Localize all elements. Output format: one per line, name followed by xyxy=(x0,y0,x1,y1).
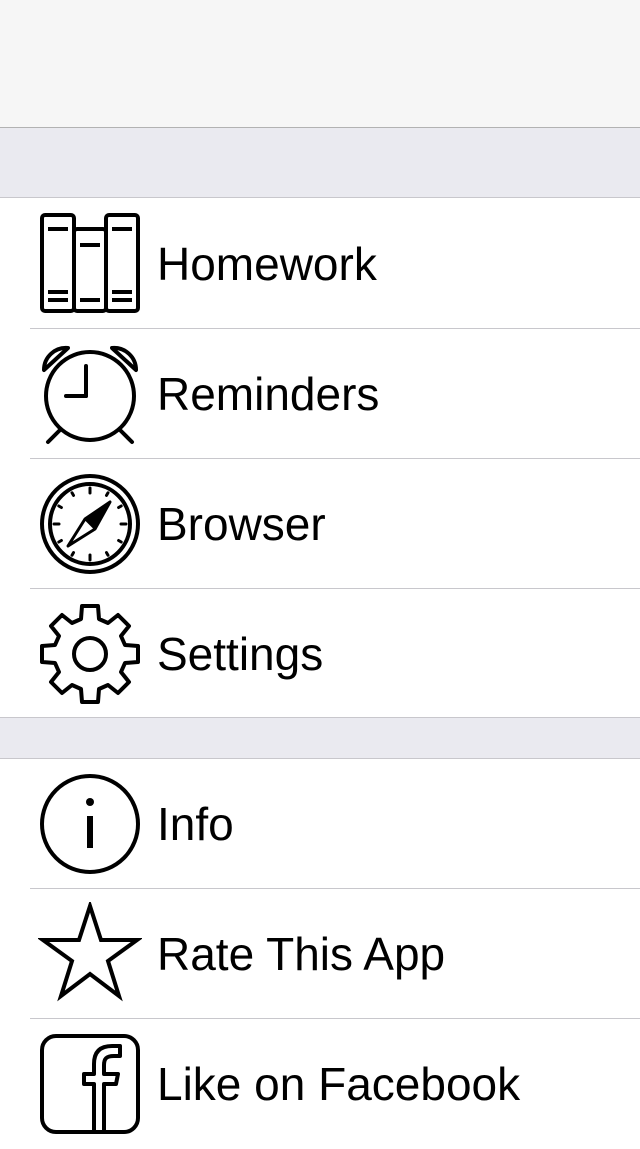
menu-item-browser[interactable]: Browser xyxy=(0,459,640,589)
menu-item-label: Settings xyxy=(157,628,324,680)
section-header-2 xyxy=(0,717,640,759)
menu-item-info[interactable]: Info xyxy=(0,759,640,889)
menu-group-main: Homework Reminders Browser Settings xyxy=(0,199,640,719)
menu-item-rate-app[interactable]: Rate This App xyxy=(0,889,640,1019)
menu-item-label: Rate This App xyxy=(157,928,446,980)
star-icon xyxy=(38,902,142,1006)
compass-icon xyxy=(38,472,142,576)
books-icon xyxy=(38,212,142,316)
menu-item-label: Like on Facebook xyxy=(157,1058,521,1110)
gear-icon xyxy=(38,602,142,706)
menu-item-label: Browser xyxy=(157,498,326,550)
menu-item-label: Reminders xyxy=(157,368,380,420)
menu-item-settings[interactable]: Settings xyxy=(0,589,640,719)
facebook-icon xyxy=(38,1032,142,1136)
info-icon xyxy=(38,772,142,876)
navigation-bar xyxy=(0,0,640,128)
section-header-1 xyxy=(0,128,640,198)
menu-item-homework[interactable]: Homework xyxy=(0,199,640,329)
menu-item-reminders[interactable]: Reminders xyxy=(0,329,640,459)
alarm-clock-icon xyxy=(38,342,142,446)
menu-item-label: Homework xyxy=(157,238,377,290)
menu-item-facebook[interactable]: Like on Facebook xyxy=(0,1019,640,1149)
menu-group-about: Info Rate This App Like on Facebook xyxy=(0,759,640,1149)
menu-item-label: Info xyxy=(157,798,234,850)
